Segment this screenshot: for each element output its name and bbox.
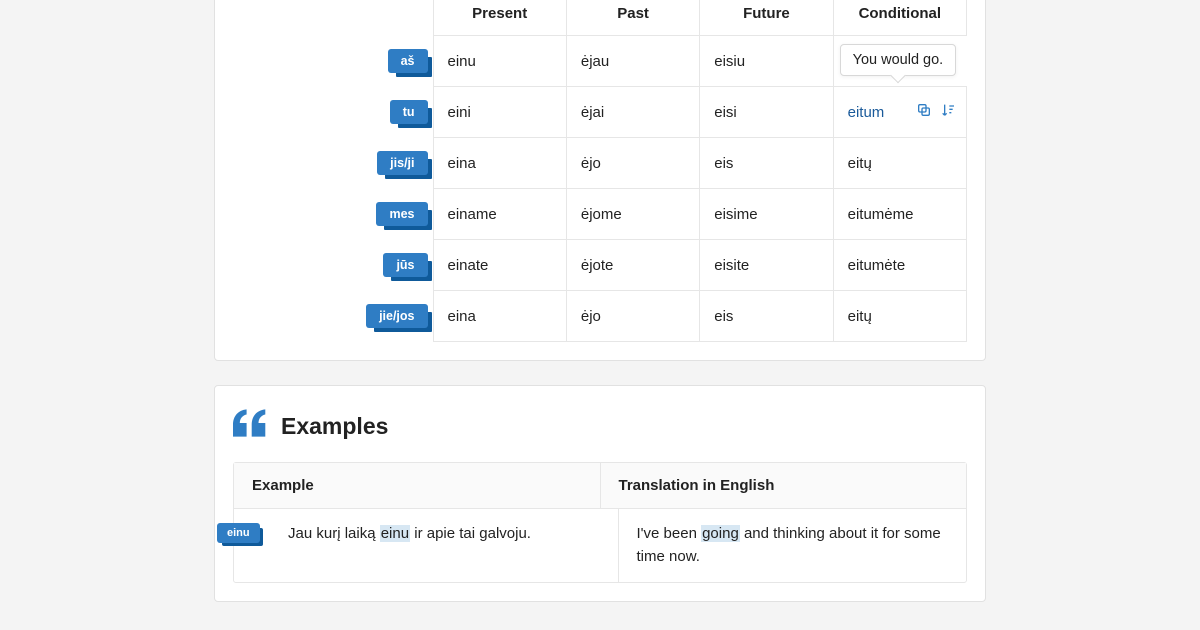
conj-header-future: Future <box>700 0 833 36</box>
conj-cell[interactable]: ėjote <box>566 240 699 291</box>
conj-cell[interactable]: eini <box>433 87 566 138</box>
translation-highlight: going <box>701 525 740 542</box>
table-row: meseinameėjomeeisimeeitumėme <box>233 189 967 240</box>
conj-cell[interactable]: eis <box>700 291 833 342</box>
conjugation-table-wrapper: Present Past Future Conditional ašeinuėj… <box>233 0 967 342</box>
conj-header-conditional: Conditional <box>833 0 966 36</box>
conj-cell[interactable]: eisime <box>700 189 833 240</box>
table-row: tueiniėjaieisieitum <box>233 87 967 138</box>
example-highlight: einu <box>380 525 410 542</box>
conj-cell[interactable]: eitumėme <box>833 189 966 240</box>
pronoun-cell: jūs <box>233 240 433 291</box>
conjugation-table: Present Past Future Conditional ašeinuėj… <box>233 0 967 342</box>
examples-header-row: Example Translation in English <box>234 463 966 509</box>
conj-cell[interactable]: eitų <box>833 138 966 189</box>
conj-cell[interactable]: eisiu <box>700 36 833 87</box>
examples-title: Examples <box>281 413 388 440</box>
conj-cell[interactable]: eitumėte <box>833 240 966 291</box>
table-row: jie/joseinaėjoeiseitų <box>233 291 967 342</box>
copy-icon[interactable] <box>916 102 932 122</box>
conj-cell[interactable]: ėjai <box>566 87 699 138</box>
conj-cell[interactable]: ėjome <box>566 189 699 240</box>
conj-cell[interactable]: ėjau <box>566 36 699 87</box>
conj-cell[interactable]: eitų <box>833 291 966 342</box>
translation-text: I've been going and thinking about it fo… <box>618 509 967 582</box>
cell-actions <box>916 102 956 122</box>
conj-header-past: Past <box>566 0 699 36</box>
example-tag: einu <box>217 523 260 543</box>
conj-cell[interactable]: eina <box>433 291 566 342</box>
examples-card: Examples Example Translation in English … <box>214 385 986 602</box>
conj-cell[interactable]: eitum <box>833 87 966 138</box>
examples-heading: Examples <box>233 408 967 444</box>
conj-cell[interactable]: eisi <box>700 87 833 138</box>
conj-cell[interactable]: You would go. <box>833 36 966 87</box>
conj-cell[interactable]: eisite <box>700 240 833 291</box>
quote-icon <box>233 408 267 444</box>
conj-cell[interactable]: ėjo <box>566 291 699 342</box>
examples-header-translation: Translation in English <box>600 463 967 508</box>
pronoun-cell: mes <box>233 189 433 240</box>
conj-cell[interactable]: eina <box>433 138 566 189</box>
pronoun-cell: jis/ji <box>233 138 433 189</box>
conj-cell[interactable]: ėjo <box>566 138 699 189</box>
translation-tooltip: You would go. <box>840 44 957 76</box>
pronoun-cell: tu <box>233 87 433 138</box>
pronoun-tag: jūs <box>383 253 427 277</box>
pronoun-tag: jie/jos <box>366 304 427 328</box>
table-row: jis/jieinaėjoeiseitų <box>233 138 967 189</box>
conj-header-empty <box>233 0 433 36</box>
examples-header-example: Example <box>234 463 600 508</box>
pronoun-tag: mes <box>376 202 427 226</box>
example-row: einuJau kurį laiką einu ir apie tai galv… <box>234 509 966 582</box>
pronoun-tag: aš <box>388 49 428 73</box>
conj-header-present: Present <box>433 0 566 36</box>
conj-cell[interactable]: einate <box>433 240 566 291</box>
pronoun-cell: jie/jos <box>233 291 433 342</box>
conj-cell[interactable]: eis <box>700 138 833 189</box>
pronoun-tag: jis/ji <box>377 151 427 175</box>
table-row: ašeinuėjaueisiuYou would go. <box>233 36 967 87</box>
conj-cell[interactable]: einame <box>433 189 566 240</box>
sort-icon[interactable] <box>940 102 956 122</box>
conj-cell[interactable]: einu <box>433 36 566 87</box>
pronoun-tag: tu <box>390 100 428 124</box>
table-row: jūseinateėjoteeisiteeitumėte <box>233 240 967 291</box>
examples-table: Example Translation in English einuJau k… <box>233 462 967 583</box>
example-text: Jau kurį laiką einu ir apie tai galvoju. <box>234 509 618 582</box>
pronoun-cell: aš <box>233 36 433 87</box>
